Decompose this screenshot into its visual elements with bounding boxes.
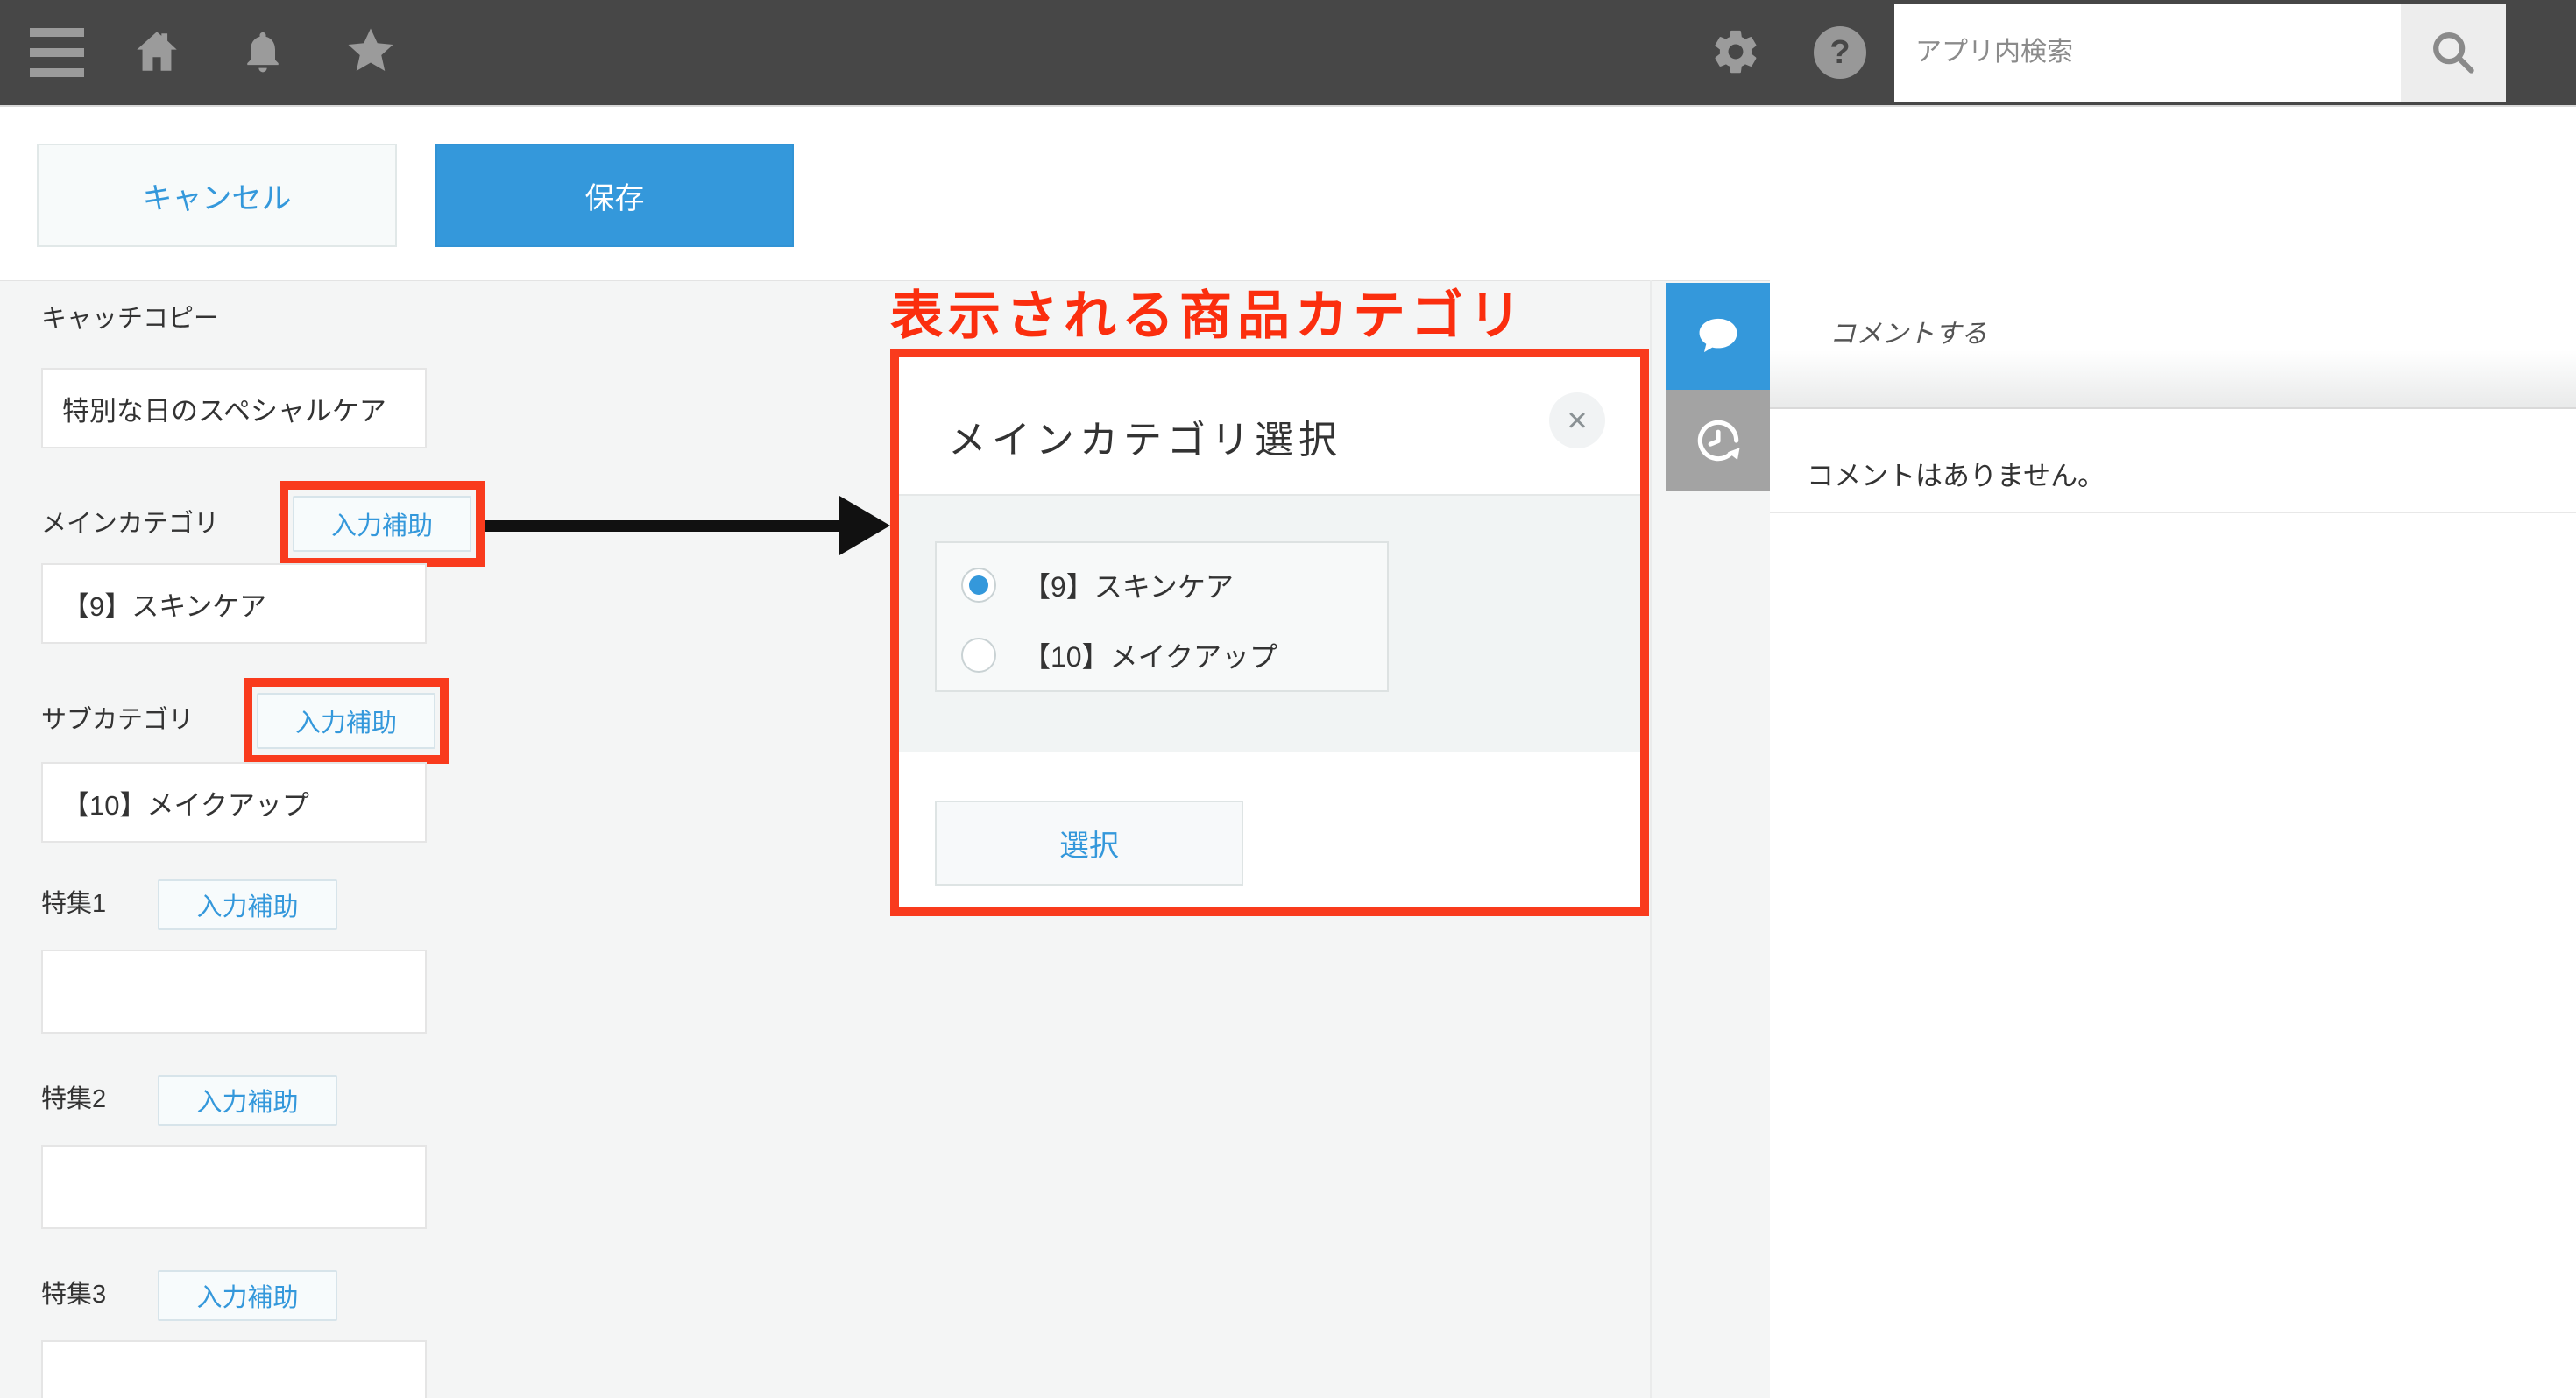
feature2-input[interactable] (41, 1145, 427, 1229)
comments-tab[interactable] (1666, 283, 1770, 390)
close-icon[interactable]: × (1549, 392, 1605, 448)
select-button[interactable]: 選択 (935, 801, 1243, 886)
feature1-assist-button[interactable]: 入力補助 (158, 879, 337, 930)
dialog-footer: 選択 (899, 752, 1640, 907)
field-label-catchcopy: キャッチコピー (41, 301, 219, 336)
feature2-assist-button[interactable]: 入力補助 (158, 1075, 337, 1126)
main-category-select-dialog: メインカテゴリ選択 × 【9】スキンケア 【10】メイクアップ 選択 (890, 349, 1649, 916)
field-label-feature2: 特集2 (41, 1082, 106, 1117)
annotation-arrow-line (485, 520, 839, 532)
field-label-feature3: 特集3 (41, 1277, 106, 1312)
sub-category-value: 【10】メイクアップ (62, 783, 309, 823)
save-button[interactable]: 保存 (435, 144, 794, 247)
comment-compose-label: コメントする (1829, 312, 1987, 350)
app-root: ? キャンセル 保存 キャッチコピー 特別な日のスペシャルケア メインカテゴリ … (0, 0, 2576, 1398)
annotation-red-box-sub-category: 入力補助 (244, 678, 449, 764)
main-category-input[interactable]: 【9】スキンケア (41, 563, 427, 644)
feature1-input[interactable] (41, 950, 427, 1034)
comment-panel-divider (1770, 512, 2576, 513)
comment-compose-strip[interactable]: コメントする (1770, 280, 2576, 409)
history-clock-icon (1691, 413, 1745, 468)
radio-unselected-icon[interactable] (961, 638, 996, 673)
help-icon[interactable]: ? (1814, 26, 1866, 79)
category-radio-group: 【9】スキンケア 【10】メイクアップ (935, 541, 1389, 692)
main-category-value: 【9】スキンケア (62, 584, 266, 624)
dialog-header: メインカテゴリ選択 × (899, 357, 1640, 496)
dialog-title: メインカテゴリ選択 (948, 408, 1342, 464)
action-band: キャンセル 保存 (0, 105, 2576, 280)
radio-option-skincare[interactable]: 【9】スキンケア (937, 559, 1387, 611)
annotation-arrow-head-icon (839, 496, 890, 555)
sub-category-assist-button[interactable]: 入力補助 (257, 693, 435, 749)
top-toolbar: ? (0, 0, 2576, 105)
radio-option-label: 【9】スキンケア (1023, 565, 1234, 605)
comment-panel: コメントする コメントはありません。 (1770, 280, 2576, 1398)
speech-bubble-icon (1691, 309, 1745, 364)
help-glyph: ? (1829, 34, 1850, 72)
dialog-body: 【9】スキンケア 【10】メイクアップ (899, 496, 1640, 752)
radio-option-label: 【10】メイクアップ (1023, 635, 1277, 675)
bell-icon[interactable] (238, 26, 287, 81)
star-icon[interactable] (343, 25, 398, 81)
radio-option-makeup[interactable]: 【10】メイクアップ (937, 629, 1387, 681)
radio-selected-icon[interactable] (961, 568, 996, 603)
annotation-heading: 表示される商品カテゴリ (890, 273, 1526, 350)
feature3-assist-button[interactable]: 入力補助 (158, 1270, 337, 1321)
search-button[interactable] (2401, 4, 2506, 102)
search-icon (2428, 27, 2479, 78)
field-label-sub-category: サブカテゴリ (41, 703, 194, 738)
field-label-main-category: メインカテゴリ (41, 506, 219, 541)
history-tab[interactable] (1666, 390, 1770, 491)
content-right-divider (1650, 280, 1652, 1398)
search-input[interactable] (1894, 4, 2401, 102)
cancel-button[interactable]: キャンセル (37, 144, 397, 247)
comments-empty-message: コメントはありません。 (1807, 454, 2105, 493)
field-label-feature1: 特集1 (41, 886, 106, 921)
annotation-red-box-main-category: 入力補助 (280, 481, 485, 567)
feature3-input[interactable] (41, 1340, 427, 1398)
main-category-assist-button[interactable]: 入力補助 (293, 496, 471, 552)
catchcopy-value: 特別な日のスペシャルケア (62, 389, 386, 428)
home-icon[interactable] (131, 26, 182, 81)
gear-icon[interactable] (1710, 26, 1761, 81)
catchcopy-input[interactable]: 特別な日のスペシャルケア (41, 368, 427, 448)
hamburger-menu-icon[interactable] (30, 28, 84, 77)
sub-category-input[interactable]: 【10】メイクアップ (41, 762, 427, 843)
